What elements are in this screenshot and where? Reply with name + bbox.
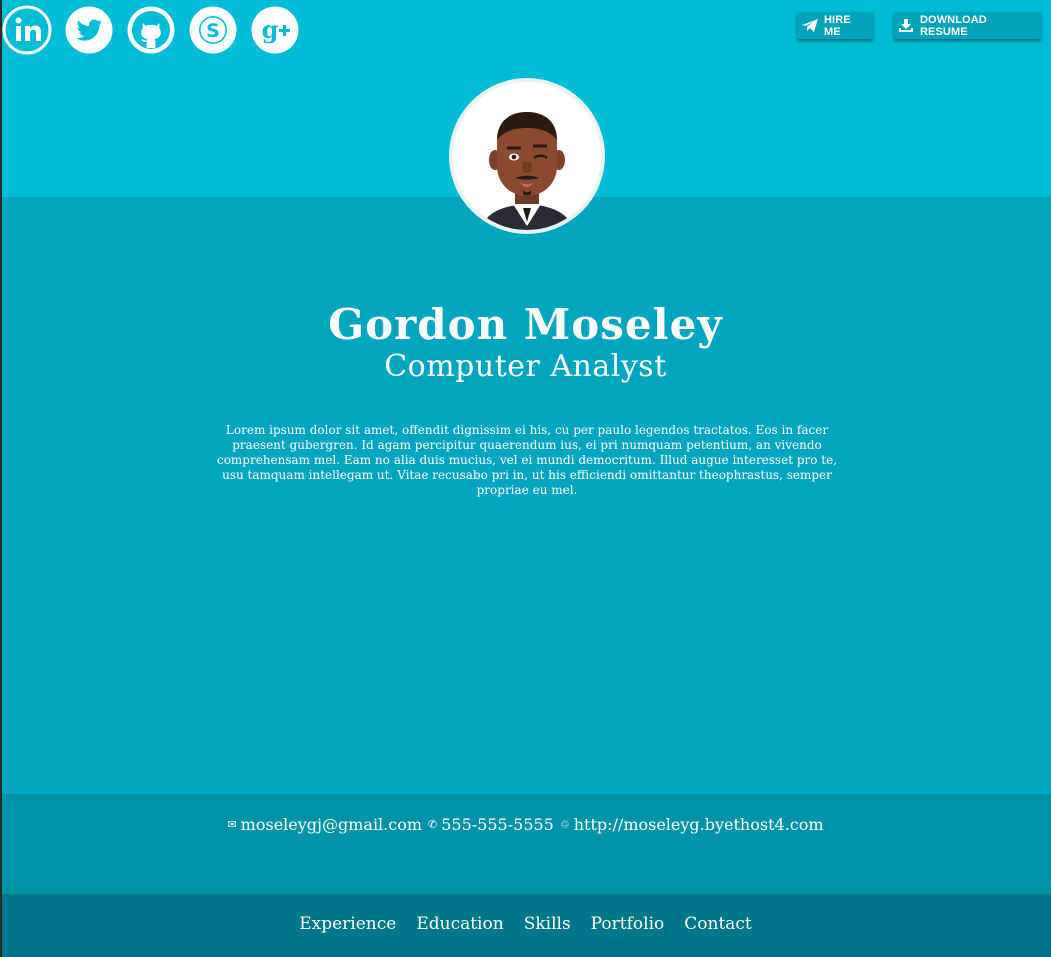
google-plus-icon[interactable]: g (250, 5, 300, 55)
paper-plane-icon (802, 18, 818, 32)
globe-icon: ♲ (559, 818, 570, 831)
twitter-icon[interactable] (64, 5, 114, 55)
website-text: http://moseleyg.byethost4.com (573, 815, 824, 834)
svg-text:g: g (262, 15, 279, 44)
profile-name: Gordon Moseley (328, 300, 723, 349)
email-link[interactable]: ✉ moseleygj@gmail.com (227, 815, 422, 834)
hire-me-button[interactable]: HIRE ME (797, 12, 873, 39)
download-icon (899, 18, 913, 32)
nav-portfolio[interactable]: Portfolio (591, 914, 665, 934)
contact-info: ✉ moseleygj@gmail.com ✆ 555-555-5555 ♲ h… (0, 815, 1051, 834)
nav-experience[interactable]: Experience (299, 914, 396, 934)
email-text: moseleygj@gmail.com (240, 815, 423, 834)
hire-me-label: HIRE ME (824, 13, 851, 38)
avatar (449, 78, 605, 234)
profile-title: Computer Analyst (384, 349, 667, 384)
svg-text:S: S (206, 20, 220, 42)
phone-text: 555-555-5555 (441, 815, 554, 834)
nav-education[interactable]: Education (416, 914, 503, 934)
contact-section (2, 794, 1051, 894)
left-edge (0, 0, 2, 957)
download-resume-button[interactable]: DOWNLOAD RESUME (894, 12, 1041, 39)
social-links: S g (2, 5, 300, 55)
envelope-icon: ✉ (227, 818, 237, 831)
phone-icon: ✆ (428, 818, 438, 831)
profile-bio: Lorem ipsum dolor sit amet, offendit dig… (216, 423, 838, 497)
avatar-illustration (453, 82, 601, 230)
nav-skills[interactable]: Skills (524, 914, 571, 934)
github-icon[interactable] (126, 5, 176, 55)
section-nav: Experience Education Skills Portfolio Co… (0, 914, 1051, 934)
linkedin-icon[interactable] (2, 5, 52, 55)
website-link[interactable]: ♲ http://moseleyg.byethost4.com (560, 815, 824, 834)
phone-link[interactable]: ✆ 555-555-5555 (428, 815, 554, 834)
skype-icon[interactable]: S (188, 5, 238, 55)
nav-contact[interactable]: Contact (684, 914, 752, 934)
download-resume-label: DOWNLOAD RESUME (920, 13, 987, 38)
